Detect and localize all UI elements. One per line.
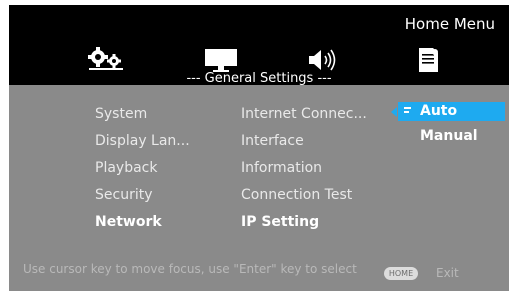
menu-item-system[interactable]: System [95,106,147,122]
option-auto-label: Auto [420,103,458,119]
header-bar: Home Menu --- General Settings --- [9,5,509,86]
submenu-item-interface[interactable]: Interface [241,133,304,149]
options-panel: Auto Manual [395,102,505,154]
submenu-item-ip-setting[interactable]: IP Setting [241,214,319,230]
menu-item-network[interactable]: Network [95,214,162,230]
active-tab-underline [89,68,123,70]
home-key-badge: HOME [384,267,418,280]
submenu-item-connection-test[interactable]: Connection Test [241,187,352,203]
menu-title: Home Menu [404,15,495,33]
menu-item-security[interactable]: Security [95,187,153,203]
settings-screen: Home Menu --- General Settings --- Syste… [9,5,509,291]
option-auto[interactable]: Auto [398,102,505,121]
exit-label: Exit [436,266,459,280]
menu-item-playback[interactable]: Playback [95,160,157,176]
option-manual[interactable]: Manual [420,128,478,144]
section-title: --- General Settings --- [186,71,332,86]
selected-indicator-icon [404,107,411,113]
help-hint: Use cursor key to move focus, use "Enter… [23,262,357,276]
menu-item-display-language[interactable]: Display Lan... [95,133,190,149]
submenu-item-internet-connection[interactable]: Internet Connec... [241,106,367,122]
submenu-item-information[interactable]: Information [241,160,322,176]
